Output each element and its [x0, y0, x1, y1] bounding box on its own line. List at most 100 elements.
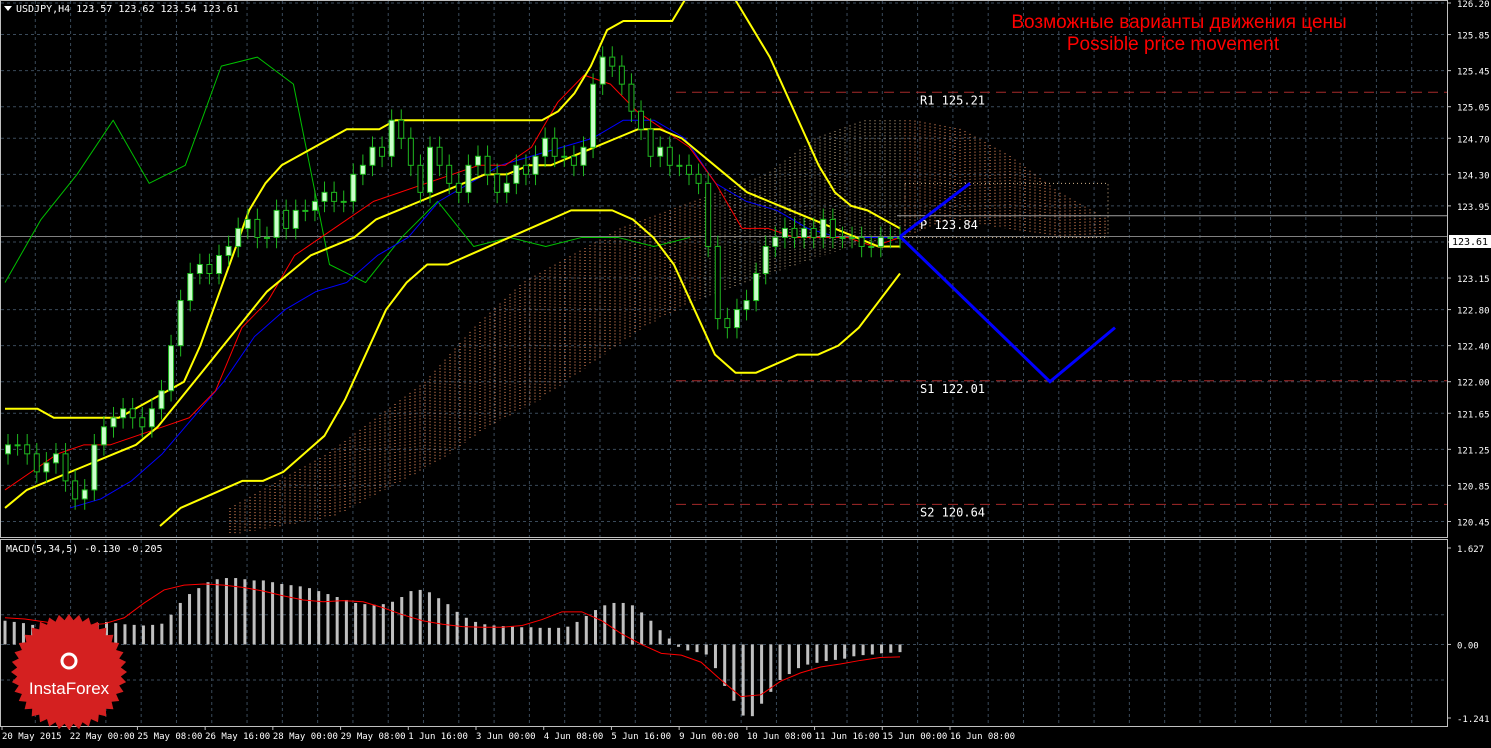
- chart-root[interactable]: R1 125.21 P 123.84 S1 122.01 S2 120.64 126.…: [0, 0, 1491, 744]
- macd-header: MACD(5,34,5) -0.130 -0.205: [6, 544, 163, 555]
- macd-bar: [843, 644, 847, 659]
- candle-body: [196, 263, 203, 275]
- candle-body: [676, 164, 683, 167]
- x-tick-label: 28 May 00:00: [273, 732, 338, 742]
- macd-bar: [520, 627, 524, 645]
- macd-bar: [852, 644, 856, 657]
- macd-bar: [160, 623, 164, 645]
- candle-body: [849, 236, 856, 239]
- level-label-S1: S1 122.01: [920, 382, 985, 396]
- candle-body: [177, 300, 184, 347]
- candle-body: [388, 119, 395, 157]
- candle-body: [685, 164, 692, 175]
- candle-body: [628, 83, 635, 112]
- current-price-label: 123.61: [1452, 237, 1488, 248]
- macd-bar: [778, 644, 782, 681]
- macd-bar: [289, 585, 293, 645]
- macd-bar: [197, 588, 201, 645]
- candle-body: [81, 489, 88, 500]
- candle-body: [532, 155, 539, 175]
- macd-bar: [114, 623, 118, 645]
- candle-body: [705, 182, 712, 247]
- macd-bar: [169, 614, 173, 645]
- candle-body: [187, 273, 194, 302]
- x-tick-label: 26 May 16:00: [205, 732, 270, 742]
- candle-body: [877, 236, 884, 247]
- candle-body: [714, 245, 721, 320]
- candle-body: [657, 146, 664, 157]
- candle-body: [503, 182, 510, 193]
- candle-body: [235, 227, 242, 247]
- macd-bar: [750, 644, 754, 717]
- candle-body: [427, 146, 434, 193]
- candle-body: [321, 191, 328, 202]
- macd-bar: [141, 625, 145, 645]
- candle-body: [743, 300, 750, 311]
- macd-bar: [575, 621, 579, 645]
- macd-bar: [741, 644, 745, 716]
- macd-bar: [381, 604, 385, 645]
- candle-body: [216, 254, 223, 275]
- candle-body: [733, 309, 740, 329]
- candle-body: [638, 110, 645, 130]
- candle-body: [417, 164, 424, 193]
- candle-body: [858, 236, 865, 247]
- y-tick-label: 120.85: [1457, 482, 1490, 492]
- candle-body: [110, 417, 117, 428]
- macd-bar: [815, 644, 819, 663]
- macd-bar: [280, 583, 284, 645]
- y-tick-label: 125.05: [1457, 104, 1490, 114]
- macd-y-tick-label: 0.00: [1457, 641, 1479, 651]
- macd-bar: [418, 589, 422, 645]
- macd-bar: [427, 592, 431, 645]
- chart-canvas[interactable]: R1 125.21 P 123.84 S1 122.01 S2 120.64 126.…: [0, 0, 1491, 744]
- candle-body: [129, 408, 136, 419]
- candle-body: [887, 236, 894, 239]
- macd-bar: [686, 644, 690, 651]
- candle-body: [311, 200, 318, 211]
- macd-bar: [870, 644, 874, 655]
- y-tick-label: 125.85: [1457, 32, 1490, 42]
- candle-body: [801, 227, 808, 238]
- candle-body: [781, 227, 788, 238]
- candle-body: [398, 119, 405, 139]
- candle-body: [542, 137, 549, 157]
- candle-body: [5, 444, 11, 455]
- symbol-header: USDJPY,H4 123.57 123.62 123.54 123.61: [16, 4, 239, 15]
- macd-bar: [695, 644, 699, 653]
- macd-bar: [372, 604, 376, 645]
- macd-bar: [557, 627, 561, 645]
- macd-bar: [806, 644, 810, 665]
- candle-body: [561, 155, 568, 158]
- candle-body: [791, 227, 798, 238]
- macd-bar: [224, 578, 228, 645]
- macd-bar: [510, 626, 514, 645]
- candle-body: [494, 173, 501, 193]
- candle-body: [273, 209, 280, 238]
- macd-bar: [132, 624, 136, 645]
- macd-bar: [667, 638, 671, 645]
- x-tick-label: 22 May 00:00: [70, 732, 135, 742]
- candle-body: [513, 164, 520, 184]
- candle-body: [369, 146, 376, 166]
- macd-bar: [344, 599, 348, 645]
- chart-title-ru: Возможные варианты движения цены: [1011, 12, 1346, 33]
- candle-body: [100, 426, 107, 446]
- x-tick-label: 1 Jun 16:00: [408, 732, 468, 742]
- macd-bar: [861, 644, 865, 656]
- macd-bar: [889, 644, 893, 653]
- y-tick-label: 122.00: [1457, 379, 1490, 389]
- candle-body: [244, 218, 251, 229]
- candle-body: [647, 128, 654, 157]
- macd-bar: [455, 611, 459, 645]
- x-tick-label: 15 Jun 00:00: [882, 732, 947, 742]
- candle-body: [724, 318, 731, 329]
- candle-body: [168, 345, 175, 392]
- macd-bar: [547, 627, 551, 645]
- candle-body: [263, 236, 270, 239]
- candle-body: [340, 200, 347, 203]
- y-tick-label: 120.45: [1457, 518, 1490, 528]
- candle-body: [474, 155, 481, 166]
- level-label-S2: S2 120.64: [920, 505, 985, 519]
- candle-body: [283, 209, 290, 229]
